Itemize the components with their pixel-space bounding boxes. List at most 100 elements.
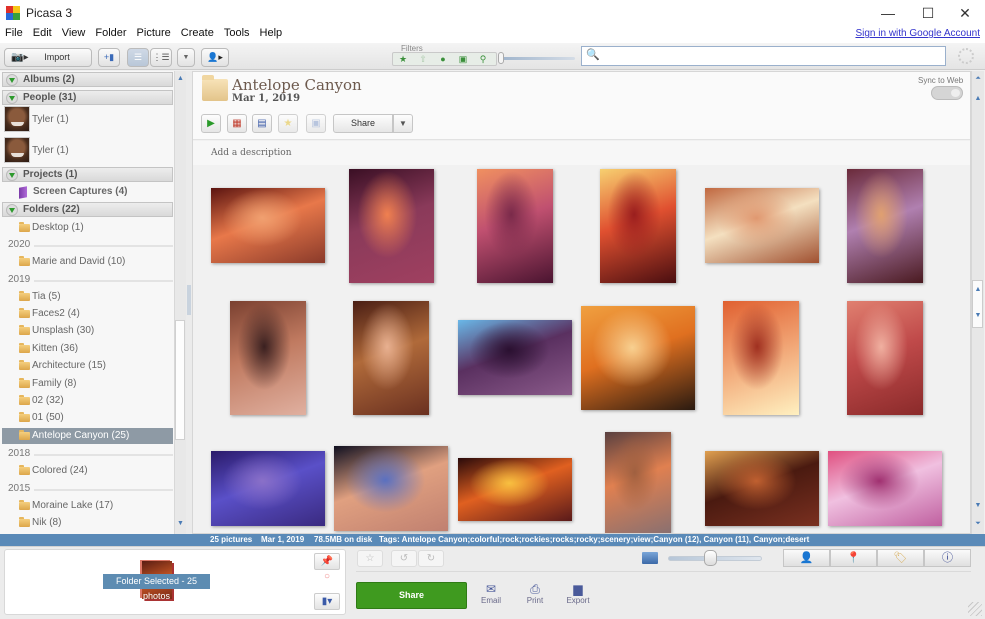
- folder-item[interactable]: 02 (32): [2, 393, 173, 409]
- section-projects[interactable]: Projects (1): [2, 167, 173, 182]
- save-button[interactable]: ▣: [306, 114, 326, 133]
- people-manager-button[interactable]: 👤▸: [201, 48, 229, 67]
- album-share-button[interactable]: Share: [333, 114, 393, 133]
- section-albums[interactable]: Albums (2): [2, 72, 173, 87]
- photo-thumbnail[interactable]: [705, 451, 819, 526]
- collapse-toggle-icon[interactable]: [6, 169, 18, 181]
- page-down-icon[interactable]: ▼: [973, 312, 983, 319]
- share-button[interactable]: Share: [356, 582, 467, 609]
- section-folders[interactable]: Folders (22): [2, 202, 173, 217]
- clear-selection-icon[interactable]: ○: [314, 571, 340, 585]
- thumbnail-size-slider-thumb[interactable]: [703, 550, 717, 566]
- photo-thumbnail[interactable]: [458, 458, 572, 521]
- view-options-dropdown[interactable]: ▼: [177, 48, 195, 67]
- sign-in-link[interactable]: Sign in with Google Account: [855, 28, 980, 39]
- play-slideshow-button[interactable]: ▶: [201, 114, 221, 133]
- star-button[interactable]: ★: [278, 114, 298, 133]
- sidebar-scrollbar[interactable]: [174, 71, 186, 534]
- geotag-filter-icon[interactable]: ⚲: [473, 53, 493, 66]
- close-button[interactable]: ✕: [950, 4, 980, 22]
- collapse-toggle-icon[interactable]: [6, 92, 18, 104]
- sidebar-scrollbar-thumb[interactable]: [175, 320, 185, 440]
- scroll-up-icon[interactable]: ▲: [973, 95, 983, 102]
- folder-item[interactable]: Tia (5): [2, 289, 173, 305]
- scroll-up-icon[interactable]: ▲: [176, 75, 185, 82]
- folder-item[interactable]: Faces2 (4): [2, 306, 173, 322]
- tree-view-button[interactable]: ⋮☰: [150, 48, 172, 67]
- add-to-album-dropdown[interactable]: ▮▾: [314, 593, 340, 610]
- photo-thumbnail[interactable]: [349, 169, 434, 283]
- section-people[interactable]: People (31): [2, 90, 173, 105]
- filter-slider-thumb[interactable]: [498, 52, 504, 64]
- photo-thumbnail[interactable]: [458, 320, 572, 395]
- folder-item[interactable]: Colored (24): [2, 463, 173, 479]
- album-description[interactable]: Add a description: [211, 148, 292, 158]
- photo-thumbnail[interactable]: [334, 446, 448, 531]
- photo-thumbnail[interactable]: [211, 188, 325, 263]
- export-button[interactable]: ▆ Export: [558, 582, 598, 605]
- movie-button[interactable]: ▤: [252, 114, 272, 133]
- collapse-toggle-icon[interactable]: [6, 204, 18, 216]
- folder-item[interactable]: Moraine Lake (17): [2, 498, 173, 514]
- maximize-button[interactable]: ☐: [913, 4, 943, 22]
- hold-button[interactable]: 📌: [314, 553, 340, 570]
- photo-thumbnail[interactable]: [723, 301, 799, 415]
- menu-file[interactable]: File: [0, 26, 28, 40]
- scroll-to-bottom-icon[interactable]: ⏷: [973, 520, 983, 528]
- menu-picture[interactable]: Picture: [132, 26, 176, 40]
- search-input[interactable]: [598, 48, 938, 64]
- star-filter-icon[interactable]: ★: [393, 53, 413, 66]
- photo-thumbnail[interactable]: [353, 301, 429, 415]
- sync-to-web-toggle[interactable]: [931, 86, 963, 100]
- collapse-toggle-icon[interactable]: [6, 74, 18, 86]
- folder-item[interactable]: Architecture (15): [2, 358, 173, 374]
- project-item[interactable]: Screen Captures (4): [2, 184, 173, 200]
- share-dropdown[interactable]: ▼: [393, 114, 413, 133]
- menu-view[interactable]: View: [57, 26, 91, 40]
- folder-item-selected[interactable]: Antelope Canyon (25): [2, 428, 173, 444]
- photo-thumbnail[interactable]: [230, 301, 306, 415]
- photo-thumbnail[interactable]: [847, 301, 923, 415]
- person-filter-icon[interactable]: ●: [433, 53, 453, 66]
- add-to-album-button[interactable]: +▮: [98, 48, 120, 67]
- menu-help[interactable]: Help: [255, 26, 288, 40]
- rotate-right-button[interactable]: ↻: [418, 550, 444, 567]
- upload-filter-icon[interactable]: ⇧: [413, 53, 433, 66]
- email-button[interactable]: ✉ Email: [471, 582, 511, 605]
- list-view-button[interactable]: ☰: [127, 48, 149, 67]
- photo-thumbnail[interactable]: [477, 169, 553, 283]
- folder-item[interactable]: Nik (8): [2, 515, 173, 531]
- video-filter-icon[interactable]: ▣: [453, 53, 473, 66]
- photo-thumbnail[interactable]: [828, 451, 942, 526]
- info-panel-button[interactable]: ⓘ: [924, 549, 971, 567]
- rotate-left-button[interactable]: ↺: [391, 550, 417, 567]
- scroll-down-icon[interactable]: ▼: [176, 520, 185, 527]
- person-item[interactable]: Tyler (1): [4, 106, 172, 136]
- photo-thumbnail[interactable]: [705, 188, 819, 263]
- folder-item[interactable]: Desktop (1): [2, 220, 173, 236]
- star-edit-button[interactable]: ☆: [357, 550, 383, 567]
- folder-item[interactable]: Marie and David (10): [2, 254, 173, 270]
- folder-item[interactable]: Unsplash (30): [2, 323, 173, 339]
- photo-thumbnail[interactable]: [211, 451, 325, 526]
- tags-panel-button[interactable]: 🏷: [877, 549, 924, 567]
- scroll-to-top-icon[interactable]: ⏶: [973, 75, 983, 83]
- menu-edit[interactable]: Edit: [28, 26, 57, 40]
- places-panel-button[interactable]: 📍: [830, 549, 877, 567]
- scroll-down-icon[interactable]: ▼: [973, 502, 983, 509]
- photo-thumbnail[interactable]: [847, 169, 923, 283]
- resize-grip[interactable]: [968, 602, 982, 616]
- menu-create[interactable]: Create: [176, 26, 219, 40]
- page-up-icon[interactable]: ▲: [973, 286, 983, 293]
- person-item[interactable]: Tyler (1): [4, 137, 172, 167]
- photo-thumbnail[interactable]: [600, 169, 676, 283]
- photo-thumbnail[interactable]: [581, 306, 695, 410]
- photo-thumbnail[interactable]: [605, 432, 671, 533]
- menu-folder[interactable]: Folder: [90, 26, 131, 40]
- people-panel-button[interactable]: 👤: [783, 549, 830, 567]
- minimize-button[interactable]: —: [873, 4, 903, 22]
- folder-item[interactable]: Family (8): [2, 376, 173, 392]
- filter-slider-track[interactable]: [500, 57, 575, 60]
- folder-item[interactable]: Kitten (36): [2, 341, 173, 357]
- folder-item[interactable]: 01 (50): [2, 410, 173, 426]
